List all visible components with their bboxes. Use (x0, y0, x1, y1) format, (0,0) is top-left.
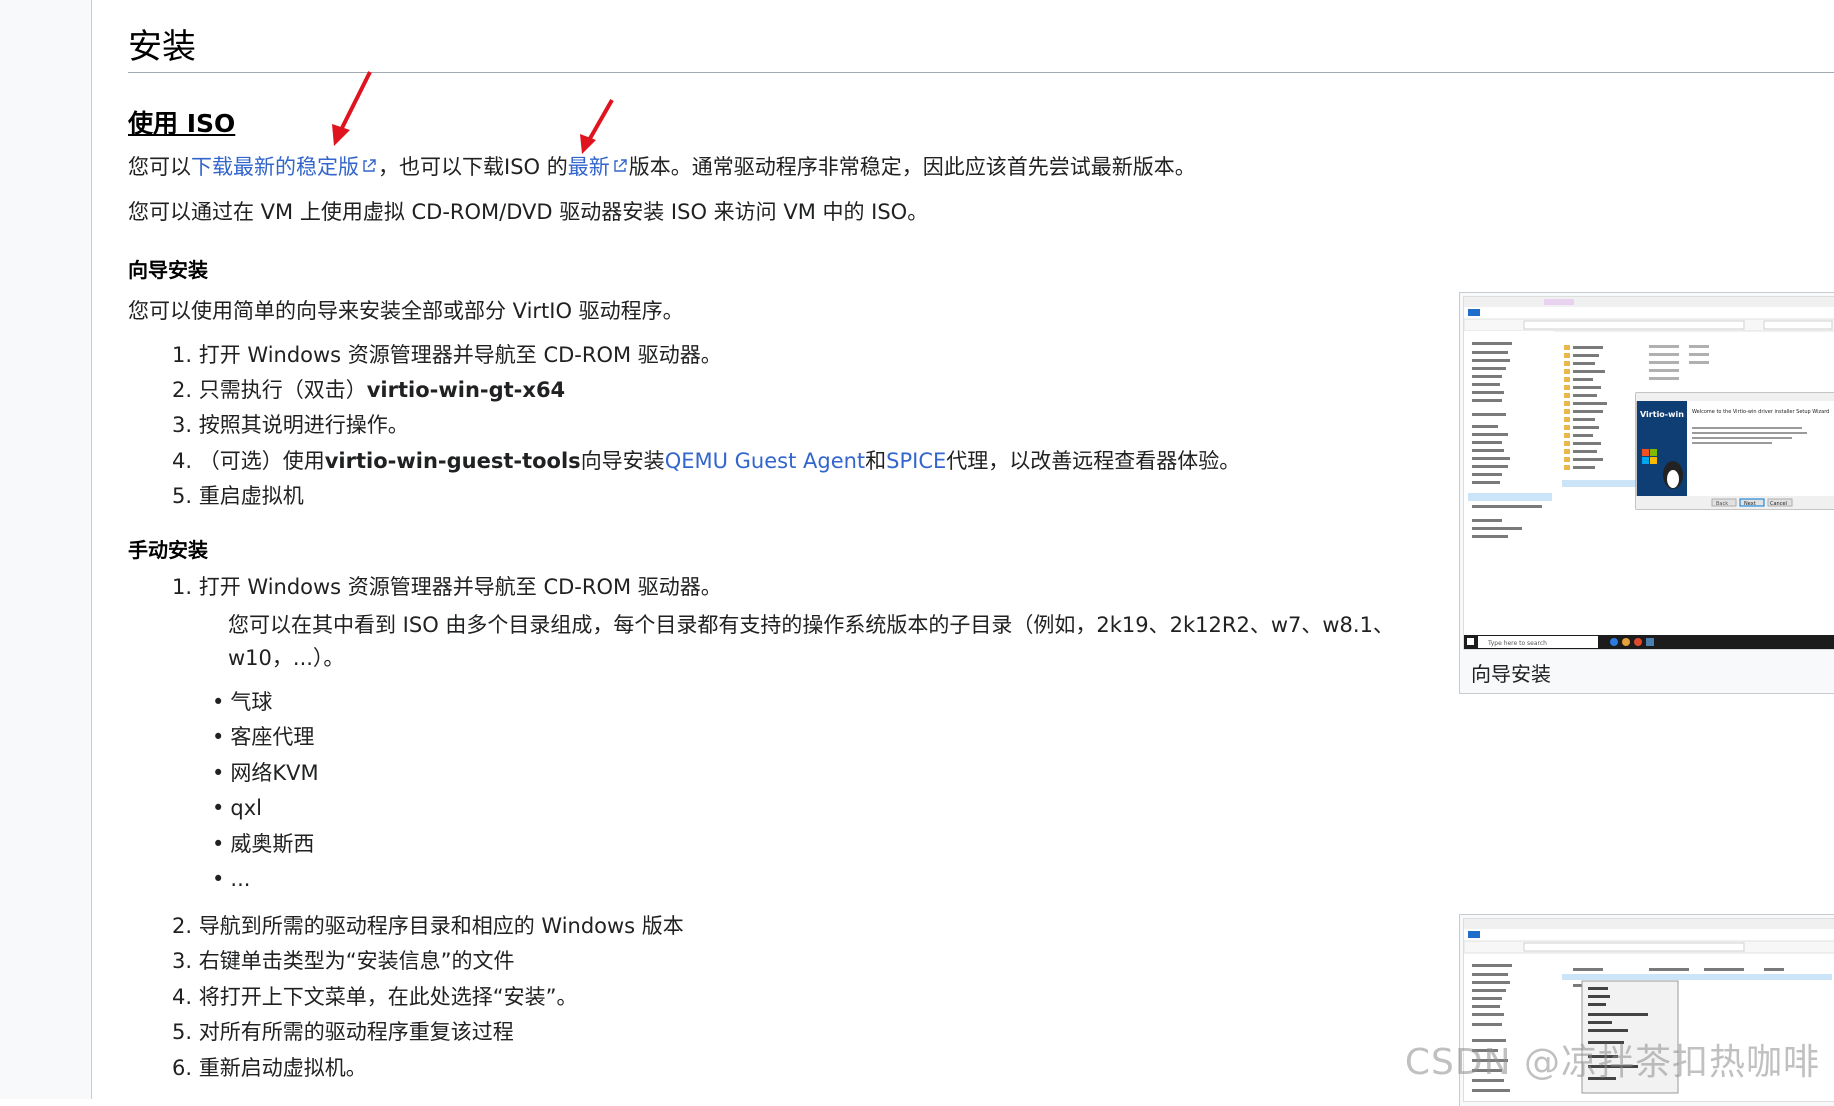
manual-step-1: 1. 打开 Windows 资源管理器并导航至 CD-ROM 驱动器。 (172, 575, 722, 599)
download-latest-link[interactable]: 最新 (568, 155, 610, 179)
list-item: 威奥斯西 (212, 829, 314, 859)
wizard-intro: 您可以使用简单的向导来安装全部或部分 VirtIO 驱动程序。 (128, 299, 684, 323)
wizard-step-1: 1. 打开 Windows 资源管理器并导航至 CD-ROM 驱动器。 (172, 343, 722, 367)
manual-step-4: 4. 将打开上下文菜单，在此处选择“安装”。 (172, 985, 578, 1009)
explorer-screenshot: Virtio-win Welcome to the Virtio-win dri… (1463, 296, 1834, 650)
explorer-window-illustration: Virtio-win Welcome to the Virtio-win dri… (1464, 297, 1834, 649)
step4-text-post: 代理，以改善远程查看器体验。 (946, 449, 1241, 473)
taskbar-search-text: Type here to search (1487, 640, 1547, 647)
wizard-back-button: Back (1716, 501, 1728, 507)
p1-text-pre: 您可以 (128, 155, 191, 179)
step4-filename: virtio-win-guest-tools (324, 449, 581, 473)
qemu-guest-agent-link[interactable]: QEMU Guest Agent (665, 449, 865, 473)
step2-text: 2. 只需执行（双击） (172, 378, 367, 402)
list-item: qxl (212, 793, 262, 823)
list-item: 网络KVM (212, 758, 318, 788)
wizard-step-4: 4. （可选）使用virtio-win-guest-tools向导安装QEMU … (172, 446, 1240, 476)
manual-step-1-desc-line2: w10，...）。 (228, 646, 345, 670)
spice-link[interactable]: SPICE (886, 449, 946, 473)
list-item: ... (212, 864, 250, 894)
watermark-text: CSDN @凉拌茶扣热咖啡 (1404, 1042, 1820, 1083)
wizard-heading: 向导安装 (128, 258, 208, 282)
wizard-welcome-text: Welcome to the Virtio-win driver install… (1692, 409, 1829, 415)
manual-step-6: 6. 重新启动虚拟机。 (172, 1056, 367, 1080)
manual-step-1-desc-line1: 您可以在其中看到 ISO 由多个目录组成，每个目录都有支持的操作系统版本的子目录… (228, 613, 1394, 637)
iso-paragraph-1: 您可以下载最新的稳定版 ，也可以下载ISO 的最新 版本。通常驱动程序非常稳定，因此… (128, 152, 1196, 182)
thumbnail-caption: 向导安装 (1471, 662, 1551, 686)
left-sidebar (0, 0, 92, 1099)
annotation-arrow-icon (580, 99, 614, 154)
external-link-icon (614, 159, 627, 172)
annotation-arrow-icon (332, 71, 372, 146)
wizard-install-thumbnail[interactable]: Virtio-win Welcome to the Virtio-win dri… (1459, 292, 1834, 694)
wizard-step-5: 5. 重启虚拟机 (172, 484, 304, 508)
manual-step-3: 3. 右键单击类型为“安装信息”的文件 (172, 949, 515, 973)
iso-heading: 使用 ISO (128, 109, 236, 138)
manual-step-5: 5. 对所有所需的驱动程序重复该过程 (172, 1020, 514, 1044)
manual-heading: 手动安装 (128, 538, 208, 562)
wizard-title-text: Virtio-win (1640, 410, 1684, 419)
iso-paragraph-2: 您可以通过在 VM 上使用虚拟 CD-ROM/DVD 驱动器安装 ISO 来访问… (128, 200, 929, 224)
list-item: 气球 (212, 687, 272, 717)
wizard-next-button: Next (1744, 501, 1756, 507)
wizard-step-2: 2. 只需执行（双击）virtio-win-gt-x64 (172, 375, 565, 405)
manual-step-2: 2. 导航到所需的驱动程序目录和相应的 Windows 版本 (172, 914, 684, 938)
p1-text-mid: ，也可以下载ISO 的 (378, 155, 568, 179)
section-title: 安装 (128, 24, 1834, 73)
wizard-cancel-button: Cancel (1770, 501, 1787, 507)
step2-filename: virtio-win-gt-x64 (366, 378, 566, 402)
external-link-icon (363, 159, 376, 172)
download-stable-link[interactable]: 下载最新的稳定版 (191, 155, 359, 179)
list-item: 客座代理 (212, 722, 314, 752)
wizard-step-3: 3. 按照其说明进行操作。 (172, 413, 409, 437)
step4-text-pre: 4. （可选）使用 (172, 449, 325, 473)
p1-text-post: 版本。通常驱动程序非常稳定，因此应该首先尝试最新版本。 (628, 155, 1196, 179)
step4-text-and: 和 (865, 449, 887, 473)
step4-text-mid: 向导安装 (580, 449, 665, 473)
